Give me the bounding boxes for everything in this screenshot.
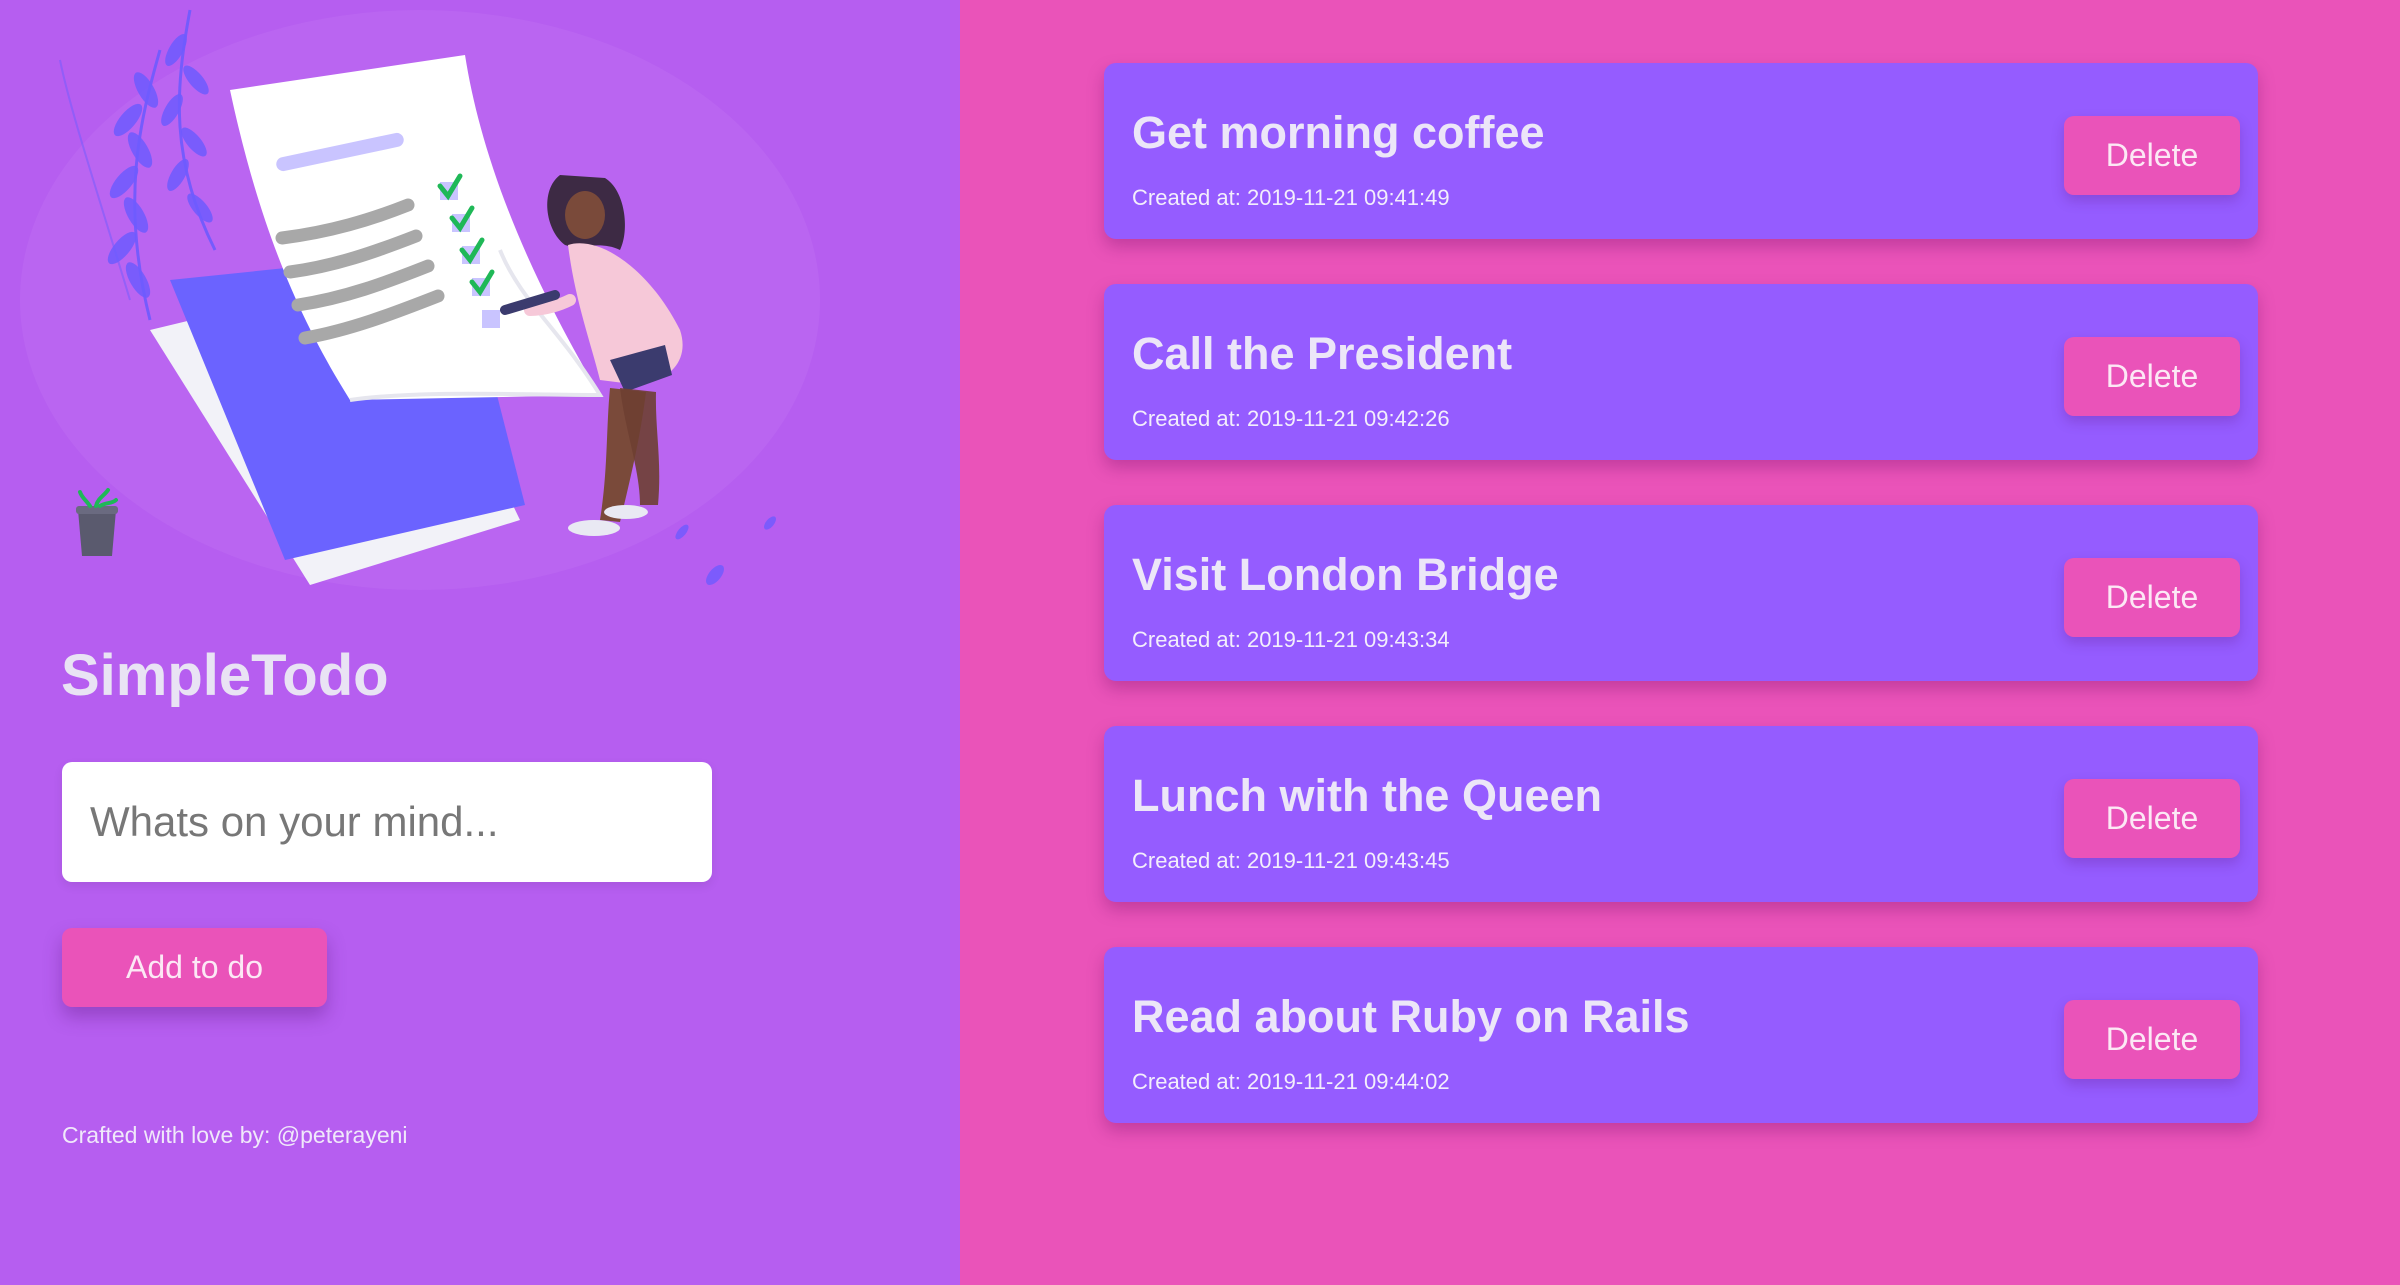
todo-created-at: Created at: 2019-11-21 09:42:26	[1132, 406, 1450, 431]
todo-title: Lunch with the Queen	[1132, 770, 1602, 821]
todo-created-at: Created at: 2019-11-21 09:41:49	[1132, 185, 1450, 210]
todo-item: Read about Ruby on Rails Created at: 201…	[1104, 947, 2258, 1123]
todo-created-at: Created at: 2019-11-21 09:44:02	[1132, 1069, 1450, 1094]
app-title: SimpleTodo	[61, 643, 389, 708]
todo-input[interactable]	[62, 762, 712, 882]
todo-list: Get morning coffee Created at: 2019-11-2…	[960, 0, 2400, 1285]
app-page: SimpleTodo Add to do Crafted with love b…	[0, 0, 2400, 1285]
todo-item: Lunch with the Queen Created at: 2019-11…	[1104, 726, 2258, 902]
todo-item: Call the President Created at: 2019-11-2…	[1104, 284, 2258, 460]
add-todo-button[interactable]: Add to do	[62, 928, 327, 1007]
todo-title: Call the President	[1132, 328, 1513, 379]
todo-title: Read about Ruby on Rails	[1132, 991, 1690, 1042]
todo-created-at: Created at: 2019-11-21 09:43:45	[1132, 848, 1450, 873]
delete-button[interactable]: Delete	[2064, 558, 2240, 637]
todo-item: Get morning coffee Created at: 2019-11-2…	[1104, 63, 2258, 239]
todo-title: Get morning coffee	[1132, 107, 1545, 158]
left-panel: SimpleTodo Add to do Crafted with love b…	[0, 0, 960, 1285]
delete-button[interactable]: Delete	[2064, 779, 2240, 858]
footer-credit: Crafted with love by: @peterayeni	[62, 1122, 408, 1148]
checklist-illustration	[20, 9, 820, 590]
delete-button[interactable]: Delete	[2064, 116, 2240, 195]
todo-title: Visit London Bridge	[1132, 549, 1559, 600]
todo-item: Visit London Bridge Created at: 2019-11-…	[1104, 505, 2258, 681]
delete-button[interactable]: Delete	[2064, 337, 2240, 416]
potted-plant-icon	[76, 488, 118, 556]
todo-created-at: Created at: 2019-11-21 09:43:34	[1132, 627, 1450, 652]
delete-button[interactable]: Delete	[2064, 1000, 2240, 1079]
